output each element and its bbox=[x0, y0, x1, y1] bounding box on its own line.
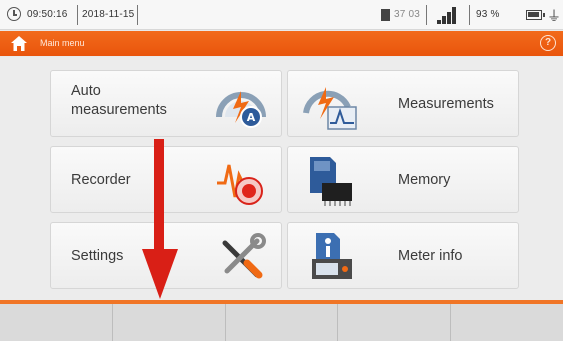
menu-item-meter-info[interactable]: Meter info bbox=[287, 222, 519, 289]
softkey-2[interactable] bbox=[112, 304, 226, 341]
plug-icon: ⏚ bbox=[547, 8, 561, 24]
softkey-5[interactable] bbox=[451, 304, 563, 341]
header-bar: Main menu ? bbox=[0, 31, 563, 56]
auto-measurements-icon: A bbox=[216, 91, 266, 128]
status-bar: 09:50:16 2018-11-15 37 03 93 % ⏚ bbox=[0, 0, 563, 30]
menu-item-label: Meter info bbox=[398, 248, 463, 264]
memory-icon bbox=[310, 157, 352, 206]
status-date: 2018-11-15 bbox=[82, 9, 135, 20]
settings-icon bbox=[222, 233, 266, 279]
status-separator bbox=[469, 5, 470, 25]
clock-icon bbox=[7, 7, 21, 21]
measurements-icon bbox=[303, 87, 357, 130]
menu-item-label: Settings bbox=[71, 248, 124, 264]
softkey-bar bbox=[0, 304, 563, 341]
menu-item-memory[interactable]: Memory bbox=[287, 146, 519, 213]
softkey-3[interactable] bbox=[225, 304, 339, 341]
battery-icon bbox=[526, 10, 545, 20]
svg-text:A: A bbox=[247, 111, 256, 124]
page-title: Main menu bbox=[40, 38, 85, 48]
down-arrow-icon bbox=[142, 139, 178, 299]
menu-item-measurements[interactable]: Measurements bbox=[287, 70, 519, 137]
status-battery-percent: 93 % bbox=[476, 9, 500, 20]
meter-info-icon bbox=[312, 233, 352, 279]
menu-item-label: Auto measurements bbox=[71, 83, 167, 118]
status-memory: 37 03 bbox=[394, 9, 421, 20]
status-time: 09:50:16 bbox=[27, 9, 68, 20]
signal-strength-icon bbox=[437, 6, 459, 24]
home-icon[interactable] bbox=[11, 36, 27, 51]
menu-item-label: Memory bbox=[398, 172, 451, 188]
status-separator bbox=[77, 5, 78, 25]
recorder-icon bbox=[217, 164, 263, 205]
menu-item-label: Recorder bbox=[71, 172, 131, 188]
help-icon[interactable]: ? bbox=[540, 35, 556, 51]
softkey-4[interactable] bbox=[338, 304, 452, 341]
softkey-1[interactable] bbox=[0, 304, 113, 341]
menu-item-label: Measurements bbox=[398, 96, 494, 112]
status-separator bbox=[426, 5, 427, 25]
menu-item-auto-measurements[interactable]: Auto measurements A bbox=[50, 70, 282, 137]
sd-card-icon bbox=[381, 9, 390, 21]
status-separator bbox=[137, 5, 138, 25]
main-menu: Auto measurements A Measurements Recorde… bbox=[0, 57, 563, 300]
